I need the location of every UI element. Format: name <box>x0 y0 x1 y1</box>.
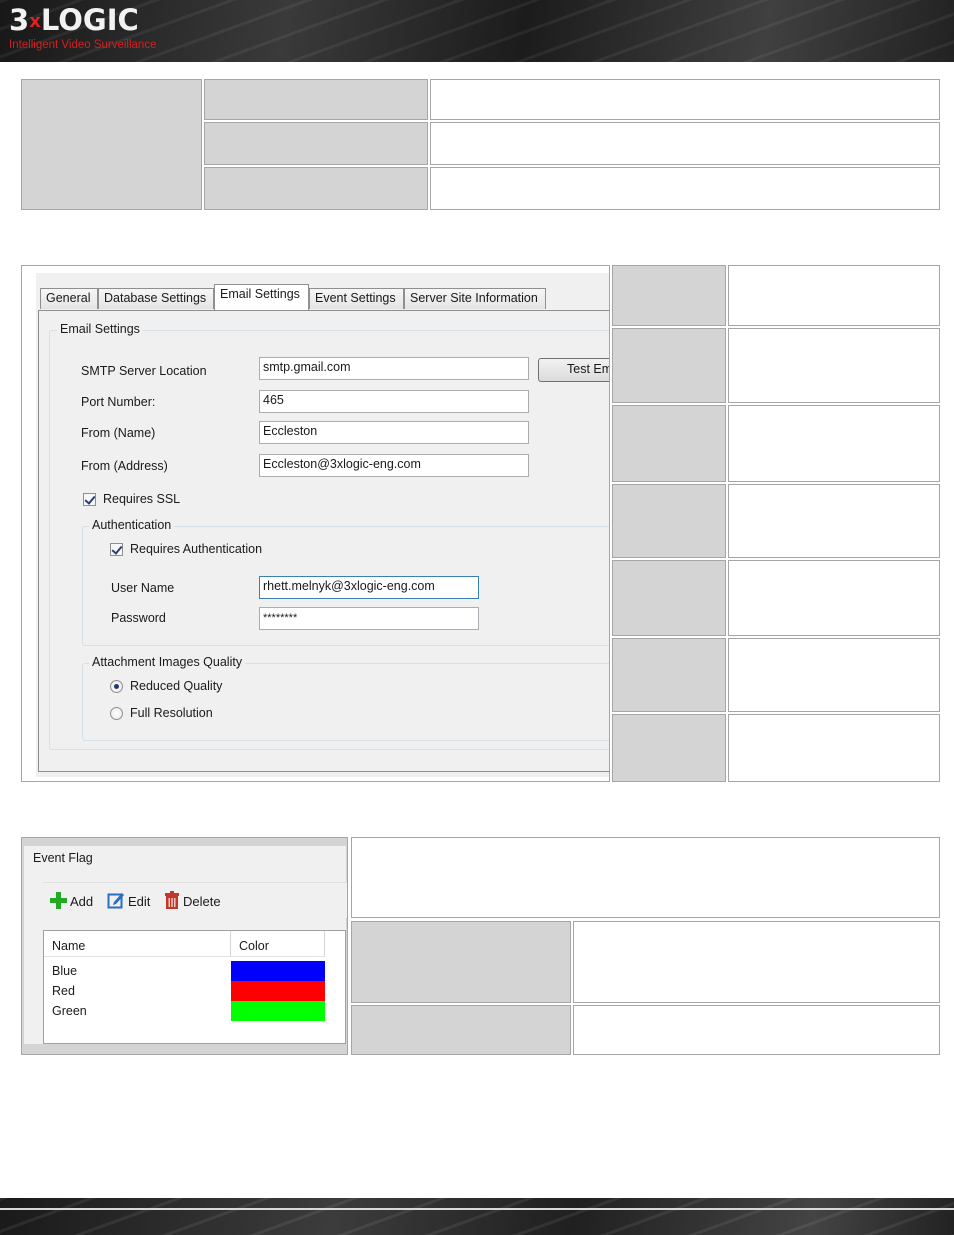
username-input[interactable]: rhett.melnyk@3xlogic-eng.com <box>259 576 479 599</box>
event-flag-group-title: Event Flag <box>30 851 96 865</box>
delete-button[interactable]: Delete <box>164 891 221 912</box>
table2-cell-white-5 <box>728 560 940 636</box>
table3-cell-white-2 <box>573 1005 940 1055</box>
footer-rule <box>0 1208 954 1210</box>
table1-cell-mid-1 <box>204 79 428 120</box>
table1-cell-mid-2 <box>204 122 428 165</box>
brand-logo: 3xLOGIC <box>9 3 139 37</box>
color-swatch-red <box>231 981 325 1001</box>
smtp-label: SMTP Server Location <box>81 364 207 378</box>
page-header: 3xLOGIC Intelligent Video Surveillance <box>0 0 954 62</box>
tab-event-settings[interactable]: Event Settings <box>309 288 404 309</box>
table1-cell-right-1 <box>430 79 940 120</box>
requires-auth-label: Requires Authentication <box>130 542 263 556</box>
table-row[interactable]: Red <box>52 984 75 998</box>
from-name-label: From (Name) <box>81 426 156 440</box>
color-swatch-blue <box>231 961 325 981</box>
edit-button[interactable]: Edit <box>107 891 150 912</box>
from-address-input[interactable]: Eccleston@3xlogic-eng.com <box>259 454 529 477</box>
header-texture <box>0 0 954 62</box>
tab-server-site-information[interactable]: Server Site Information <box>404 288 546 309</box>
event-flag-panel: Event Flag Add Edit Delete Name Color Bl <box>24 846 347 1044</box>
column-header-color[interactable]: Color <box>231 931 325 957</box>
table2-cell-white-6 <box>728 638 940 712</box>
username-label: User Name <box>111 581 175 595</box>
edit-label: Edit <box>128 894 151 909</box>
event-flag-screenshot: Event Flag Add Edit Delete Name Color Bl <box>21 837 348 1055</box>
smtp-input[interactable]: smtp.gmail.com <box>259 357 529 380</box>
settings-window: Email Settings SMTP Server Location smtp… <box>36 273 609 777</box>
table1-cell-right-2 <box>430 122 940 165</box>
add-button[interactable]: Add <box>49 891 93 912</box>
tab-panel-email: Email Settings SMTP Server Location smtp… <box>38 310 609 772</box>
edit-icon <box>107 891 125 912</box>
event-flag-toolbar: Add Edit Delete <box>43 882 347 918</box>
reduced-quality-label: Reduced Quality <box>130 679 223 693</box>
table2-cell-white-1 <box>728 265 940 326</box>
tab-general[interactable]: General <box>40 288 98 309</box>
email-settings-group-title: Email Settings <box>57 322 143 336</box>
password-label: Password <box>111 611 166 625</box>
brand-tagline: Intelligent Video Surveillance <box>9 39 157 51</box>
table2-cell-gray-7 <box>612 714 726 782</box>
requires-ssl-label: Requires SSL <box>103 492 181 506</box>
tab-database-settings[interactable]: Database Settings <box>98 288 214 309</box>
port-input[interactable]: 465 <box>259 390 529 413</box>
trash-icon <box>164 891 180 912</box>
port-label: Port Number: <box>81 395 156 409</box>
password-input[interactable]: ******** <box>259 607 479 630</box>
table2-cell-gray-3 <box>612 405 726 482</box>
page-footer <box>0 1198 954 1235</box>
table2-cell-white-4 <box>728 484 940 558</box>
authentication-group-title: Authentication <box>89 518 175 532</box>
email-settings-screenshot: Email Settings SMTP Server Location smtp… <box>21 265 610 782</box>
table2-cell-white-7 <box>728 714 940 782</box>
tab-email-settings[interactable]: Email Settings <box>214 284 309 310</box>
requires-ssl-checkbox[interactable] <box>83 493 96 506</box>
table2-cell-white-3 <box>728 405 940 482</box>
full-resolution-radio[interactable] <box>110 707 123 720</box>
event-flag-list[interactable]: Name Color Blue Red Green <box>43 930 346 1044</box>
table1-cell-mid-3 <box>204 167 428 210</box>
table-row[interactable]: Green <box>52 1004 87 1018</box>
full-resolution-label: Full Resolution <box>130 706 213 720</box>
from-address-label: From (Address) <box>81 459 168 473</box>
color-swatch-green <box>231 1001 325 1021</box>
attachment-quality-group <box>82 663 609 741</box>
table2-cell-gray-4 <box>612 484 726 558</box>
column-header-name[interactable]: Name <box>44 931 231 957</box>
table3-cell-top <box>351 837 940 918</box>
requires-auth-checkbox[interactable] <box>110 543 123 556</box>
delete-label: Delete <box>183 894 221 909</box>
table3-cell-white-1 <box>573 921 940 1003</box>
reduced-quality-radio[interactable] <box>110 680 123 693</box>
add-label: Add <box>70 894 94 909</box>
table2-cell-gray-6 <box>612 638 726 712</box>
table2-cell-gray-2 <box>612 328 726 403</box>
test-email-button[interactable]: Test Email <box>538 358 609 382</box>
table1-cell-left <box>21 79 202 210</box>
from-name-input[interactable]: Eccleston <box>259 421 529 444</box>
attachment-quality-group-title: Attachment Images Quality <box>89 655 246 669</box>
table2-cell-gray-1 <box>612 265 726 326</box>
table1-cell-right-3 <box>430 167 940 210</box>
table3-cell-gray-2 <box>351 1005 571 1055</box>
table2-cell-gray-5 <box>612 560 726 636</box>
footer-texture <box>0 1198 954 1235</box>
table2-cell-white-2 <box>728 328 940 403</box>
table-row[interactable]: Blue <box>52 964 77 978</box>
plus-icon <box>49 891 67 912</box>
table3-cell-gray-1 <box>351 921 571 1003</box>
